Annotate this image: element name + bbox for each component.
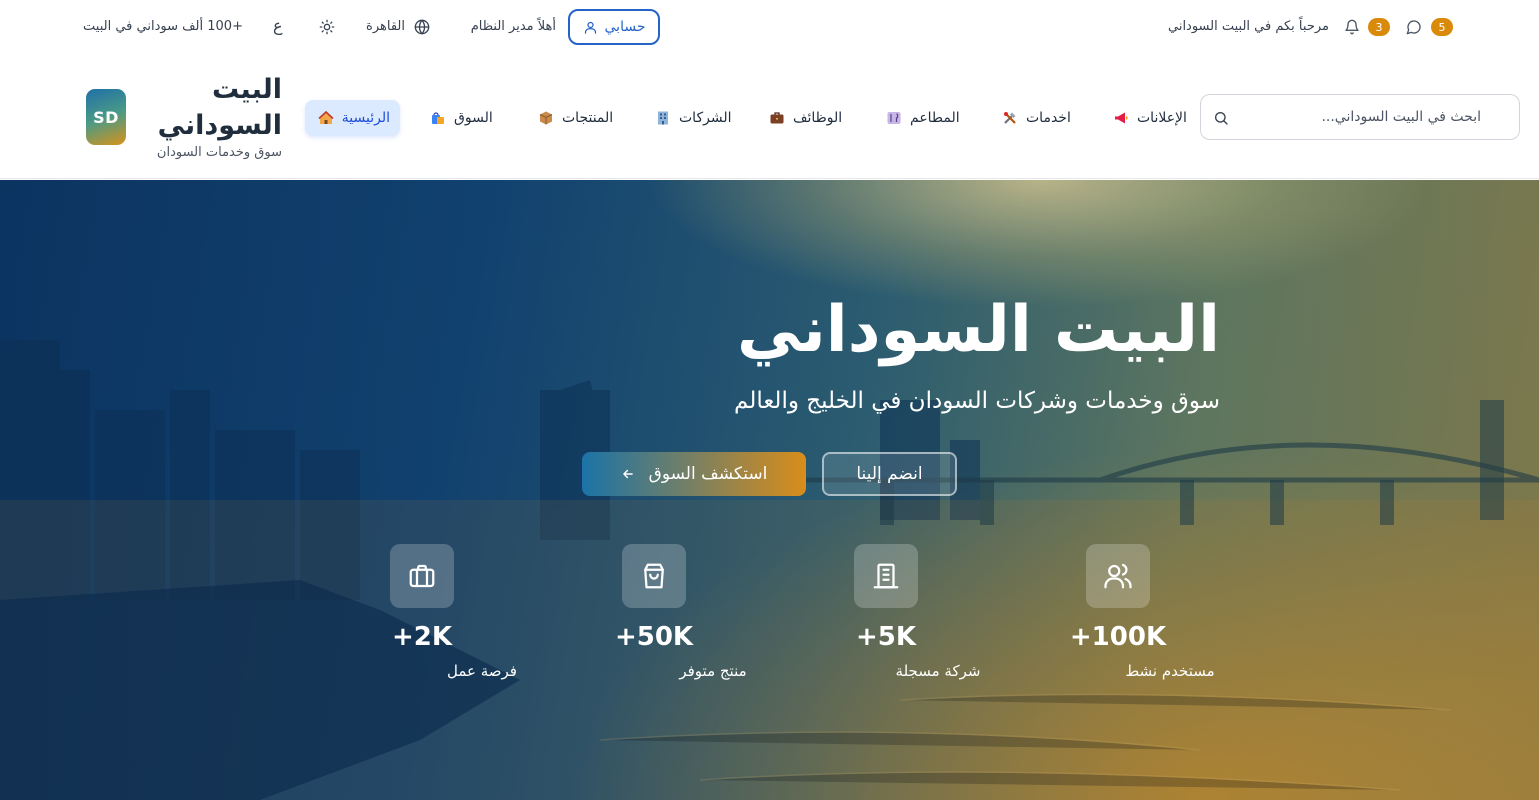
stat-jobs-value: +2K xyxy=(391,622,453,652)
brand-title[interactable]: البيت السوداني xyxy=(132,72,282,144)
account-button[interactable]: حسابي xyxy=(568,9,660,45)
stat-products-label: منتج متوفر xyxy=(679,662,747,680)
nav-item-market[interactable]: السوق xyxy=(420,100,503,136)
stat-jobs-label: فرصة عمل xyxy=(447,662,517,680)
nav-label: الشركات xyxy=(679,110,732,126)
welcome-text: مرحباً بكم في البيت السوداني xyxy=(1167,19,1329,34)
greeting-text: أهلاً مدير النظام xyxy=(470,19,556,34)
stat-companies-value: +5K xyxy=(855,622,917,652)
stat-users-value: +100K xyxy=(1069,622,1167,652)
search-icon[interactable] xyxy=(1213,110,1229,126)
nav-item-products[interactable]: المنتجات xyxy=(528,100,623,136)
nav-label: المنتجات xyxy=(562,110,614,126)
globe-icon[interactable] xyxy=(414,19,430,35)
bell-icon[interactable] xyxy=(1344,19,1360,35)
top-bar: مرحباً بكم في البيت السوداني 3 5 حسابي أ… xyxy=(0,0,1539,55)
nav-item-home[interactable]: الرئيسية xyxy=(305,100,400,136)
stat-users-label: مستخدم نشط xyxy=(1125,662,1215,680)
explore-market-button[interactable]: استكشف السوق xyxy=(582,452,806,496)
join-button[interactable]: انضم إلينا xyxy=(822,452,957,496)
sun-icon[interactable] xyxy=(319,19,335,35)
megaphone-icon xyxy=(1113,110,1129,126)
restaurant-icon xyxy=(886,110,902,126)
arrow-left-icon xyxy=(621,467,635,481)
notifications-badge[interactable]: 3 xyxy=(1368,18,1390,36)
house-icon xyxy=(318,110,334,126)
search-box[interactable] xyxy=(1200,94,1520,140)
location-selector[interactable]: القاهرة xyxy=(366,19,405,34)
nav-item-companies[interactable]: الشركات xyxy=(645,100,741,136)
nav-item-restaurants[interactable]: المطاعم xyxy=(876,100,970,136)
briefcase-icon xyxy=(769,110,785,126)
package-icon xyxy=(538,110,554,126)
hero-title: البيت السوداني xyxy=(736,293,1220,367)
logo[interactable]: SD xyxy=(86,89,126,145)
nav-label: الوظائف xyxy=(793,110,843,126)
stat-companies-label: شركة مسجلة xyxy=(895,662,981,680)
messages-badge[interactable]: 5 xyxy=(1431,18,1453,36)
users-icon xyxy=(1086,544,1150,608)
nav-label: المطاعم xyxy=(910,110,960,126)
building-icon xyxy=(854,544,918,608)
nav-item-services[interactable]: اخدمات xyxy=(992,100,1081,136)
chat-icon[interactable] xyxy=(1406,19,1422,35)
stat-products-value: +50K xyxy=(614,622,694,652)
nav-item-jobs[interactable]: الوظائف xyxy=(759,100,852,136)
user-icon xyxy=(583,20,598,35)
brand-subtitle: سوق وخدمات السودان xyxy=(156,145,282,160)
nav-label: الرئيسية xyxy=(341,110,390,126)
shopping-bags-icon xyxy=(430,110,446,126)
account-label: حسابي xyxy=(604,19,646,35)
users-count-text: +100 ألف سوداني في البيت xyxy=(83,19,243,34)
nav-label: اخدمات xyxy=(1026,110,1071,126)
shopping-bag-icon xyxy=(622,544,686,608)
tools-icon xyxy=(1002,110,1018,126)
language-toggle[interactable]: ع xyxy=(273,16,283,35)
nav-item-ads[interactable]: الإعلانات xyxy=(1103,100,1197,136)
nav-label: السوق xyxy=(454,110,493,126)
nav-label: الإعلانات xyxy=(1137,110,1187,126)
briefcase-icon xyxy=(390,544,454,608)
search-input[interactable] xyxy=(1241,105,1481,129)
office-building-icon xyxy=(655,110,671,126)
hero-subtitle: سوق وخدمات وشركات السودان في الخليج والع… xyxy=(734,388,1220,414)
explore-label: استكشف السوق xyxy=(648,464,768,484)
